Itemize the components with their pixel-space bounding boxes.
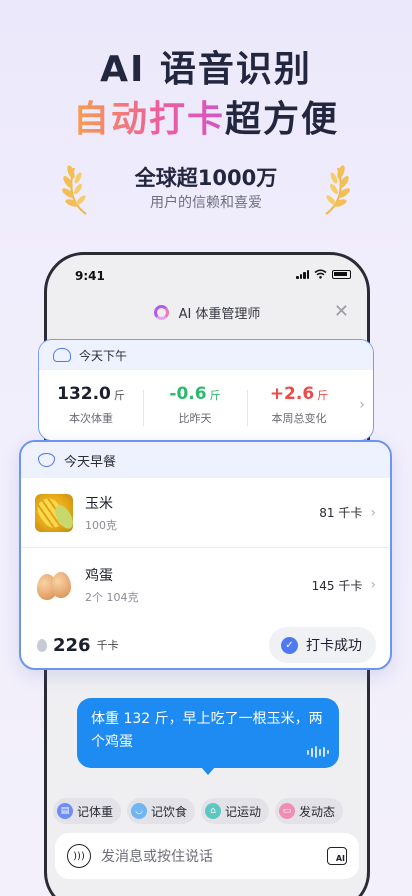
- stat-value: +2.6: [269, 384, 315, 404]
- food-name: 玉米: [85, 495, 113, 512]
- user-count-caption: 用户的信赖和喜爱: [150, 195, 262, 211]
- quick-actions: ▤ 记体重 ◡ 记饮食 ⌂ 记运动 ▭ 发动态: [53, 798, 344, 824]
- meal-record-card: 今天早餐 玉米 100克 81 千卡 › 鸡蛋 2个 104克 145 千卡 ›…: [19, 440, 392, 670]
- headline-rest: 超方便: [225, 99, 340, 140]
- stat-label: 本次体重: [69, 412, 113, 425]
- stat-vs-yesterday: -0.6 斤 比昨天: [143, 384, 247, 426]
- user-count-stat: 全球超1000万: [134, 166, 278, 190]
- scale-gauge-icon: [53, 348, 71, 362]
- food-calories: 145 千卡: [311, 578, 363, 593]
- quick-action-exercise[interactable]: ⌂ 记运动: [201, 798, 270, 824]
- headline-subtitle: 自动打卡超方便: [0, 90, 412, 142]
- wifi-icon: [314, 269, 327, 279]
- stat-label: 比昨天: [178, 412, 212, 425]
- chevron-right-icon: ›: [370, 577, 376, 593]
- message-input-bar[interactable]: ))) 发消息或按住说话 AI: [55, 833, 359, 879]
- signal-icon: [296, 269, 309, 279]
- quick-action-food[interactable]: ◡ 记饮食: [127, 798, 196, 824]
- stat-label: 本周总变化: [271, 412, 327, 425]
- total-calories: 226: [53, 634, 91, 656]
- quick-action-label: 记饮食: [151, 804, 188, 819]
- headline-highlight: 自动打卡: [72, 99, 225, 140]
- bowl-icon: ◡: [131, 803, 148, 819]
- food-quantity: 100克: [85, 518, 117, 532]
- food-info: 鸡蛋 2个 104克: [85, 565, 312, 605]
- food-item[interactable]: 玉米 100克 81 千卡 ›: [21, 478, 390, 548]
- assistant-logo-icon: [153, 304, 169, 320]
- stat-week-change: +2.6 斤 本周总变化: [247, 384, 351, 426]
- voice-wave-icon[interactable]: [307, 746, 329, 758]
- status-icons: [296, 269, 351, 279]
- stat-value: -0.6: [169, 384, 207, 404]
- corn-image: [35, 493, 73, 532]
- quick-action-label: 记体重: [77, 804, 114, 819]
- stat-unit: 斤: [113, 389, 125, 402]
- user-message-bubble: 体重 132 斤，早上吃了一根玉米，两个鸡蛋: [77, 698, 339, 775]
- stat-value: 132.0: [57, 384, 111, 404]
- bowl-icon: [38, 453, 55, 467]
- app-header: AI 体重管理师: [47, 299, 367, 325]
- chevron-right-icon[interactable]: ›: [351, 397, 373, 413]
- total-calories-unit: 千卡: [96, 639, 119, 652]
- checkin-success-button[interactable]: ✓ 打卡成功: [269, 627, 376, 663]
- quick-action-post[interactable]: ▭ 发动态: [275, 798, 344, 824]
- meal-card-footer: 226 千卡 ✓ 打卡成功: [21, 622, 390, 668]
- stat-unit: 斤: [209, 389, 221, 402]
- stat-current-weight: 132.0 斤 本次体重: [39, 384, 143, 426]
- headline-title: AI 语音识别: [100, 49, 312, 90]
- scale-icon: ▤: [57, 803, 73, 819]
- meal-card-header: 今天早餐: [21, 442, 390, 478]
- stat-unit: 斤: [317, 389, 329, 402]
- checkin-label: 打卡成功: [306, 638, 362, 654]
- chat-icon: ▭: [279, 803, 296, 819]
- app-title: AI 体重管理师: [178, 306, 261, 322]
- close-button[interactable]: ✕: [334, 301, 349, 322]
- status-time: 9:41: [75, 269, 105, 283]
- ai-camera-icon[interactable]: AI: [327, 847, 347, 865]
- food-info: 玉米 100克: [85, 493, 319, 533]
- weight-card-title: 今天下午: [79, 348, 128, 363]
- check-icon: ✓: [281, 636, 298, 654]
- food-quantity: 2个 104克: [85, 591, 139, 604]
- shoe-icon: ⌂: [205, 803, 222, 819]
- meal-card-title: 今天早餐: [64, 454, 117, 470]
- weight-record-card[interactable]: 今天下午 132.0 斤 本次体重 -0.6 斤 比昨天 +2.6 斤 本周总变化 ›: [38, 339, 374, 441]
- weight-stats: 132.0 斤 本次体重 -0.6 斤 比昨天 +2.6 斤 本周总变化 ›: [39, 370, 373, 440]
- flame-icon: [37, 638, 47, 652]
- weight-card-header: 今天下午: [39, 340, 373, 370]
- quick-action-label: 记运动: [225, 804, 262, 819]
- quick-action-weight[interactable]: ▤ 记体重: [53, 798, 122, 824]
- voice-input-icon[interactable]: ))): [67, 844, 91, 868]
- food-calories: 81 千卡: [319, 506, 363, 520]
- food-name: 鸡蛋: [85, 568, 113, 584]
- battery-icon: [332, 269, 351, 279]
- camera-badge: AI: [335, 854, 345, 863]
- message-input[interactable]: 发消息或按住说话: [101, 846, 327, 866]
- food-item[interactable]: 鸡蛋 2个 104克 145 千卡 ›: [21, 550, 390, 620]
- user-message-text: 体重 132 斤，早上吃了一根玉米，两个鸡蛋: [91, 711, 323, 750]
- quick-action-label: 发动态: [299, 804, 336, 819]
- eggs-image: [35, 566, 73, 604]
- chevron-right-icon: ›: [370, 504, 376, 521]
